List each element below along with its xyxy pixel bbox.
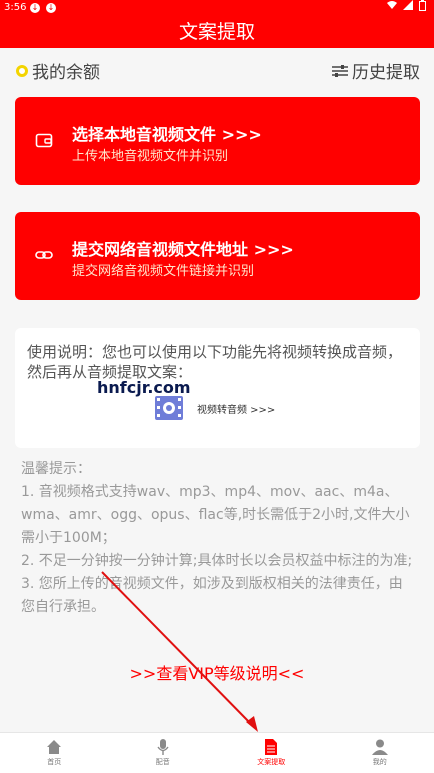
tab-label: 文案提取 — [257, 757, 285, 767]
usage-instructions: 使用说明：您也可以使用以下功能先将视频转换成音频，然后再从音频提取文案： 视频转… — [15, 328, 420, 448]
status-indicators — [387, 0, 426, 11]
video-to-audio-link[interactable]: 视频转音频 >>> — [155, 394, 275, 422]
tab-label: 首页 — [47, 757, 61, 767]
balance-label: 我的余额 — [32, 58, 100, 83]
link-icon — [35, 246, 53, 264]
tip-item: 2. 不足一分钟按一分钟计算;具体时长以会员权益中标注的为准; — [21, 550, 416, 573]
card-subtitle: 上传本地音视频文件并识别 — [72, 145, 228, 164]
user-icon — [372, 739, 388, 755]
tips-heading: 温馨提示： — [21, 458, 416, 481]
home-icon — [46, 739, 62, 755]
tips-section: 温馨提示： 1. 音视频格式支持wav、mp3、mp4、mov、aac、m4a、… — [21, 458, 416, 619]
download-icon: ↓ — [30, 3, 40, 13]
watermark-text: hnfcjr.com — [97, 378, 191, 397]
usage-text: 使用说明：您也可以使用以下功能先将视频转换成音频，然后再从音频提取文案： — [27, 342, 412, 382]
top-actions: 我的余额 历史提取 — [16, 58, 420, 82]
coin-icon — [16, 65, 28, 77]
card-title: 提交网络音视频文件地址 >>> — [72, 236, 294, 260]
tip-item: 1. 音视频格式支持wav、mp3、mp4、mov、aac、m4a、wma、am… — [21, 481, 416, 550]
tab-label: 配音 — [156, 757, 170, 767]
tab-text-extract[interactable]: 文案提取 — [217, 733, 326, 773]
tab-dubbing[interactable]: 配音 — [109, 733, 218, 773]
card-subtitle: 提交网络音视频文件链接并识别 — [72, 260, 254, 279]
microphone-icon — [155, 739, 171, 755]
download-icon: ↓ — [46, 3, 56, 13]
history-label: 历史提取 — [352, 58, 420, 83]
tip-item: 3. 您所上传的音视频文件，如涉及到版权相关的法律责任，由您自行承担。 — [21, 573, 416, 619]
status-bar: 3:56 ↓ ↓ — [0, 0, 434, 16]
history-extract-button[interactable]: 历史提取 — [332, 58, 420, 83]
video-to-audio-label: 视频转音频 >>> — [197, 401, 275, 416]
my-balance-button[interactable]: 我的余额 — [16, 58, 100, 83]
sliders-icon — [332, 64, 348, 78]
signal-icon — [403, 0, 413, 10]
document-icon — [263, 739, 279, 755]
battery-icon — [419, 0, 426, 11]
tab-home[interactable]: 首页 — [0, 733, 109, 773]
tab-mine[interactable]: 我的 — [326, 733, 434, 773]
card-title: 选择本地音视频文件 >>> — [72, 121, 262, 145]
submit-url-card[interactable]: 提交网络音视频文件地址 >>> 提交网络音视频文件链接并识别 — [15, 212, 420, 300]
page-title: 文案提取 — [0, 16, 434, 48]
bottom-tab-bar: 首页 配音 文案提取 我的 — [0, 732, 434, 773]
tab-label: 我的 — [373, 757, 387, 767]
wallet-icon — [35, 131, 53, 149]
vip-levels-link[interactable]: >>查看VIP等级说明<< — [0, 660, 434, 684]
status-time: 3:56 — [4, 0, 26, 16]
film-icon — [155, 394, 183, 422]
select-local-file-card[interactable]: 选择本地音视频文件 >>> 上传本地音视频文件并识别 — [15, 97, 420, 185]
wifi-icon — [387, 0, 397, 10]
